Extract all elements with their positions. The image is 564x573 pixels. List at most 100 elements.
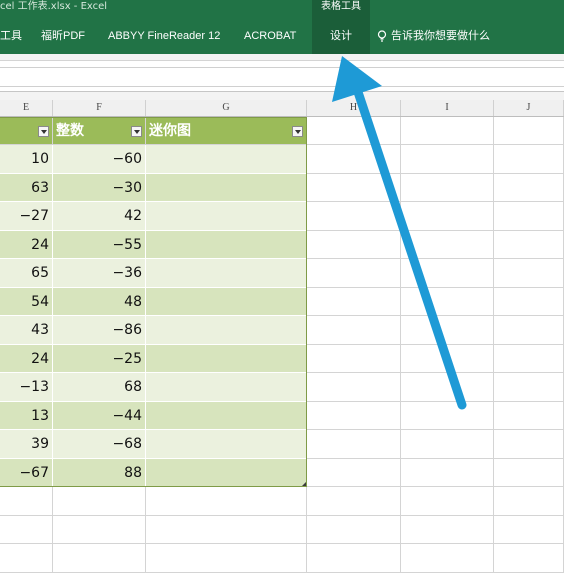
empty-cell[interactable] [146, 515, 307, 544]
empty-cell[interactable] [494, 117, 564, 145]
tab-abbyy-finereader[interactable]: ABBYY FineReader 12 [108, 16, 220, 54]
empty-cell[interactable] [146, 544, 307, 573]
empty-cell[interactable] [0, 487, 53, 516]
empty-cell[interactable] [307, 316, 401, 345]
sparkline-cell[interactable] [146, 287, 307, 316]
table-cell[interactable]: −68 [53, 430, 146, 459]
table-cell[interactable]: 39 [0, 430, 53, 459]
empty-cell[interactable] [494, 230, 564, 259]
column-header-g[interactable]: G [146, 100, 307, 116]
column-header-f[interactable]: F [53, 100, 146, 116]
empty-cell[interactable] [494, 487, 564, 516]
column-header-h[interactable]: H [307, 100, 401, 116]
table-cell[interactable]: 13 [0, 401, 53, 430]
empty-cell[interactable] [307, 344, 401, 373]
empty-cell[interactable] [307, 230, 401, 259]
formula-input[interactable] [0, 67, 564, 87]
empty-cell[interactable] [401, 458, 494, 487]
sparkline-cell[interactable] [146, 259, 307, 288]
sparkline-cell[interactable] [146, 373, 307, 402]
empty-cell[interactable] [401, 430, 494, 459]
table-cell[interactable]: −13 [0, 373, 53, 402]
empty-cell[interactable] [494, 430, 564, 459]
empty-cell[interactable] [401, 373, 494, 402]
sparkline-cell[interactable] [146, 230, 307, 259]
empty-cell[interactable] [307, 401, 401, 430]
table-cell[interactable]: 68 [53, 373, 146, 402]
column-header-i[interactable]: I [401, 100, 494, 116]
empty-cell[interactable] [307, 117, 401, 145]
empty-cell[interactable] [494, 259, 564, 288]
filter-dropdown-icon[interactable] [131, 126, 142, 137]
empty-cell[interactable] [401, 287, 494, 316]
empty-cell[interactable] [494, 401, 564, 430]
tell-me-search[interactable]: 告诉我你想要做什么 [377, 16, 490, 54]
empty-cell[interactable] [401, 117, 494, 145]
table-cell[interactable]: 10 [0, 145, 53, 174]
table-cell[interactable]: 42 [53, 202, 146, 231]
sparkline-cell[interactable] [146, 344, 307, 373]
table-cell[interactable]: 24 [0, 344, 53, 373]
empty-cell[interactable] [307, 287, 401, 316]
table-cell[interactable]: 48 [53, 287, 146, 316]
table-cell[interactable]: −30 [53, 173, 146, 202]
empty-cell[interactable] [307, 173, 401, 202]
empty-cell[interactable] [307, 487, 401, 516]
empty-cell[interactable] [53, 515, 146, 544]
table-cell[interactable]: −27 [0, 202, 53, 231]
empty-cell[interactable] [401, 515, 494, 544]
empty-cell[interactable] [494, 373, 564, 402]
table-cell[interactable]: 43 [0, 316, 53, 345]
empty-cell[interactable] [494, 173, 564, 202]
sparkline-cell[interactable] [146, 316, 307, 345]
empty-cell[interactable] [0, 544, 53, 573]
table-cell[interactable]: −67 [0, 458, 53, 487]
empty-cell[interactable] [401, 230, 494, 259]
filter-dropdown-icon[interactable] [292, 126, 303, 137]
empty-cell[interactable] [494, 287, 564, 316]
sparkline-cell[interactable] [146, 202, 307, 231]
table-header-cell[interactable]: 迷你图 [146, 117, 307, 145]
empty-cell[interactable] [307, 373, 401, 402]
table-header-cell[interactable]: 整数 [53, 117, 146, 145]
empty-cell[interactable] [401, 316, 494, 345]
empty-cell[interactable] [401, 401, 494, 430]
empty-cell[interactable] [307, 430, 401, 459]
table-cell[interactable]: −60 [53, 145, 146, 174]
table-header-cell[interactable] [0, 117, 53, 145]
empty-cell[interactable] [494, 145, 564, 174]
empty-cell[interactable] [401, 259, 494, 288]
empty-cell[interactable] [307, 458, 401, 487]
empty-cell[interactable] [401, 202, 494, 231]
empty-cell[interactable] [307, 544, 401, 573]
empty-cell[interactable] [494, 316, 564, 345]
table-cell[interactable]: −25 [53, 344, 146, 373]
sparkline-cell[interactable] [146, 145, 307, 174]
sparkline-cell[interactable] [146, 173, 307, 202]
empty-cell[interactable] [146, 487, 307, 516]
empty-cell[interactable] [307, 145, 401, 174]
column-header-e[interactable]: E [0, 100, 53, 116]
empty-cell[interactable] [401, 344, 494, 373]
sparkline-cell[interactable] [146, 458, 307, 487]
tab-acrobat[interactable]: ACROBAT [244, 16, 296, 54]
table-cell[interactable]: 54 [0, 287, 53, 316]
empty-cell[interactable] [494, 344, 564, 373]
table-cell[interactable]: −86 [53, 316, 146, 345]
empty-cell[interactable] [307, 515, 401, 544]
empty-cell[interactable] [494, 515, 564, 544]
table-cell[interactable]: 63 [0, 173, 53, 202]
table-resize-handle[interactable] [302, 482, 306, 486]
column-header-j[interactable]: J [494, 100, 564, 116]
empty-cell[interactable] [307, 259, 401, 288]
tab-tools[interactable]: 工具 [0, 16, 22, 54]
tab-design[interactable]: 设计 [312, 16, 370, 54]
table-cell[interactable]: 88 [53, 458, 146, 487]
empty-cell[interactable] [494, 202, 564, 231]
table-cell[interactable]: −36 [53, 259, 146, 288]
empty-cell[interactable] [401, 487, 494, 516]
sparkline-cell[interactable] [146, 401, 307, 430]
empty-cell[interactable] [494, 544, 564, 573]
tab-foxit-pdf[interactable]: 福昕PDF [41, 16, 85, 54]
table-cell[interactable]: 24 [0, 230, 53, 259]
